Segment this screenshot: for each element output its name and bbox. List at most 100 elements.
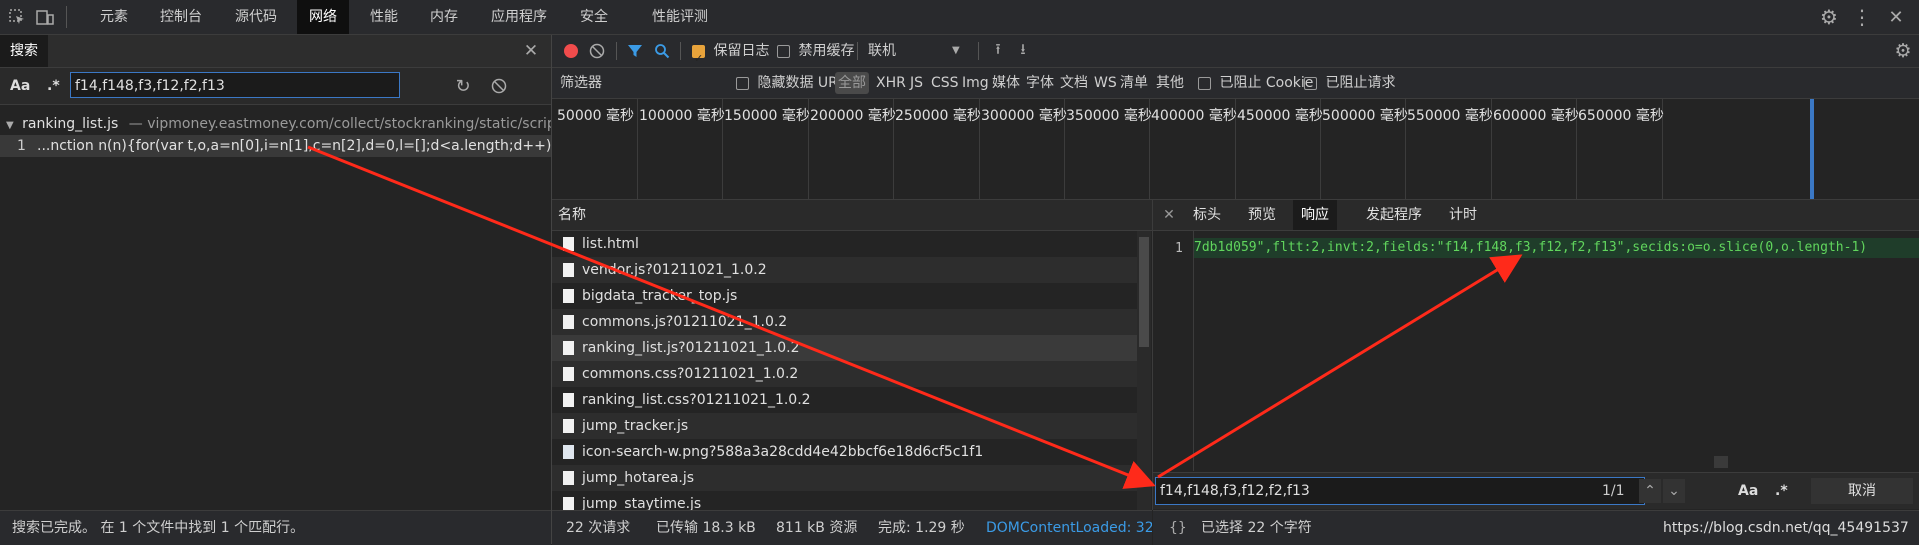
filter-bar: 筛选器 隐藏数据 URL 全部 XHR JS CSS Img 媒体 字体 文档 … xyxy=(552,68,1919,99)
match-case-toggle[interactable]: Aa xyxy=(10,68,30,104)
type-filter-img[interactable]: Img xyxy=(962,68,989,98)
throttle-select[interactable]: 联机 ▼ xyxy=(868,35,968,67)
type-filter-font[interactable]: 字体 xyxy=(1026,68,1054,98)
tab-console[interactable]: 控制台 xyxy=(148,0,214,34)
response-code-view[interactable]: 1 7db1d059",fltt:2,invt:2,fields:"f14,f1… xyxy=(1153,231,1919,471)
request-row[interactable]: ranking_list.js?01211021_1.0.2 xyxy=(552,335,1137,361)
request-row[interactable]: ranking_list.css?01211021_1.0.2 xyxy=(552,387,1137,413)
timeline-tick-label: 150000 毫秒 xyxy=(724,108,810,124)
blocked-cookie-checkbox[interactable]: 已阻止 Cookie xyxy=(1198,68,1313,98)
cancel-button[interactable]: 取消 xyxy=(1811,478,1913,504)
type-filter-media[interactable]: 媒体 xyxy=(992,68,1020,98)
request-row[interactable]: commons.css?01211021_1.0.2 xyxy=(552,361,1137,387)
timeline-tick-label: 400000 毫秒 xyxy=(1151,108,1237,124)
import-har-icon[interactable]: ⭱ xyxy=(989,40,1007,60)
file-icon xyxy=(563,471,574,485)
find-input: f14,f148,f3,f12,f2,f13 xyxy=(1160,483,1310,499)
close-search-icon[interactable]: ✕ xyxy=(520,40,542,62)
regex-toggle[interactable]: .* xyxy=(47,68,60,104)
type-filter-manifest[interactable]: 清单 xyxy=(1120,68,1148,98)
search-icon[interactable] xyxy=(653,42,671,60)
code-line-number: 1 xyxy=(1175,241,1183,256)
name-column-header[interactable]: 名称 xyxy=(558,200,586,230)
network-summary: 22 次请求 已传输 18.3 kB 811 kB 资源 完成: 1.29 秒 … xyxy=(552,510,1152,545)
watermark: https://blog.csdn.net/qq_45491537 xyxy=(1663,520,1909,536)
file-icon xyxy=(563,341,574,355)
tab-lighthouse[interactable]: 性能评测 xyxy=(640,0,720,34)
request-row[interactable]: jump_tracker.js xyxy=(552,413,1137,439)
hide-data-url-check xyxy=(736,76,749,90)
clear-log-icon[interactable] xyxy=(588,42,606,60)
type-filter-all[interactable]: 全部 xyxy=(835,72,869,94)
preserve-log-label: 保留日志 xyxy=(713,43,770,59)
pretty-print-icon[interactable]: {} xyxy=(1169,511,1187,545)
type-filter-ws[interactable]: WS xyxy=(1094,68,1117,98)
find-prev-icon[interactable]: ⌃ xyxy=(1639,479,1661,503)
timeline-tick-label: 250000 毫秒 xyxy=(895,108,981,124)
timeline-tick-label: 350000 毫秒 xyxy=(1066,108,1152,124)
request-row[interactable]: vendor.js?01211021_1.0.2 xyxy=(552,257,1137,283)
summary-transferred: 已传输 18.3 kB xyxy=(656,520,756,536)
request-row[interactable]: list.html xyxy=(552,231,1137,257)
preserve-log-checkbox[interactable]: 保留日志 xyxy=(692,35,770,75)
type-filter-css[interactable]: CSS xyxy=(931,68,959,98)
device-toggle-icon[interactable] xyxy=(34,6,56,28)
code-scroll-thumb[interactable] xyxy=(1714,456,1728,468)
file-icon xyxy=(563,263,574,277)
refresh-icon[interactable]: ↻ xyxy=(452,75,474,97)
tab-sources[interactable]: 源代码 xyxy=(223,0,289,34)
blocked-cookie-check xyxy=(1198,76,1211,90)
clear-icon[interactable] xyxy=(488,75,510,97)
tab-network[interactable]: 网络 xyxy=(297,0,349,34)
tab-timing[interactable]: 计时 xyxy=(1441,200,1485,230)
request-row[interactable]: commons.js?01211021_1.0.2 xyxy=(552,309,1137,335)
tab-security[interactable]: 安全 xyxy=(568,0,620,34)
disable-cache-checkbox[interactable]: 禁用缓存 xyxy=(777,35,854,67)
find-match-case[interactable]: Aa xyxy=(1738,473,1758,509)
detail-status: {} 已选择 22 个字符 https://blog.csdn.net/qq_4… xyxy=(1153,510,1919,545)
search-result-file[interactable]: ▼ ranking_list.js — vipmoney.eastmoney.c… xyxy=(0,113,551,135)
find-next-icon[interactable]: ⌄ xyxy=(1663,479,1685,503)
result-file-url: — vipmoney.eastmoney.com/collect/stockra… xyxy=(128,116,551,132)
search-panel-title[interactable]: 搜索 xyxy=(0,35,48,67)
find-regex[interactable]: .* xyxy=(1775,473,1788,509)
tab-response[interactable]: 响应 xyxy=(1293,200,1337,230)
close-detail-icon[interactable]: ✕ xyxy=(1159,204,1179,226)
tab-application[interactable]: 应用程序 xyxy=(479,0,559,34)
file-icon xyxy=(563,289,574,303)
tab-memory[interactable]: 内存 xyxy=(418,0,470,34)
tab-initiator[interactable]: 发起程序 xyxy=(1358,200,1430,230)
request-row[interactable]: jump_hotarea.js xyxy=(552,465,1137,491)
type-filter-doc[interactable]: 文档 xyxy=(1060,68,1088,98)
blocked-requests-checkbox[interactable]: 已阻止请求 xyxy=(1304,68,1395,98)
inspect-icon[interactable] xyxy=(6,6,28,28)
tab-headers[interactable]: 标头 xyxy=(1185,200,1229,230)
request-row[interactable]: jump_staytime.js xyxy=(552,491,1137,510)
export-har-icon[interactable]: ⭳ xyxy=(1014,40,1032,60)
tab-elements[interactable]: 元素 xyxy=(88,0,140,34)
close-devtools-icon[interactable]: ✕ xyxy=(1884,5,1908,29)
find-input-box[interactable]: f14,f148,f3,f12,f2,f13 1/1 xyxy=(1155,477,1645,505)
search-result-line[interactable]: 1 ...nction n(n){for(var t,o,a=n[0],i=n[… xyxy=(0,135,551,157)
request-row[interactable]: icon-search-w.png?588a3a28cdd4e42bbcf6e1… xyxy=(552,439,1137,465)
tab-preview[interactable]: 预览 xyxy=(1240,200,1284,230)
settings-gear-icon[interactable]: ⚙ xyxy=(1817,5,1841,29)
requests-scrollbar[interactable] xyxy=(1137,231,1151,510)
search-input[interactable]: f14,f148,f3,f12,f2,f13 xyxy=(70,72,400,98)
file-icon xyxy=(563,419,574,433)
type-filter-other[interactable]: 其他 xyxy=(1156,68,1184,98)
filter-icon[interactable] xyxy=(626,42,644,60)
more-vertical-icon[interactable]: ⋮ xyxy=(1852,5,1872,29)
type-filter-js[interactable]: JS xyxy=(910,68,923,98)
throttle-value: 联机 xyxy=(868,43,896,59)
filter-input[interactable]: 筛选器 xyxy=(556,71,732,95)
timeline-overview[interactable]: 50000 毫秒 100000 毫秒 150000 毫秒 200000 毫秒 2… xyxy=(552,99,1919,200)
network-settings-icon[interactable]: ⚙ xyxy=(1892,40,1914,62)
hide-data-url-checkbox[interactable]: 隐藏数据 URL xyxy=(736,68,846,98)
type-filter-xhr[interactable]: XHR xyxy=(876,68,906,98)
request-row[interactable]: bigdata_tracker_top.js xyxy=(552,283,1137,309)
scrollbar-thumb[interactable] xyxy=(1139,237,1149,347)
timeline-tick-label: 550000 毫秒 xyxy=(1407,108,1493,124)
tab-performance[interactable]: 性能 xyxy=(358,0,410,34)
record-icon[interactable] xyxy=(562,42,580,60)
